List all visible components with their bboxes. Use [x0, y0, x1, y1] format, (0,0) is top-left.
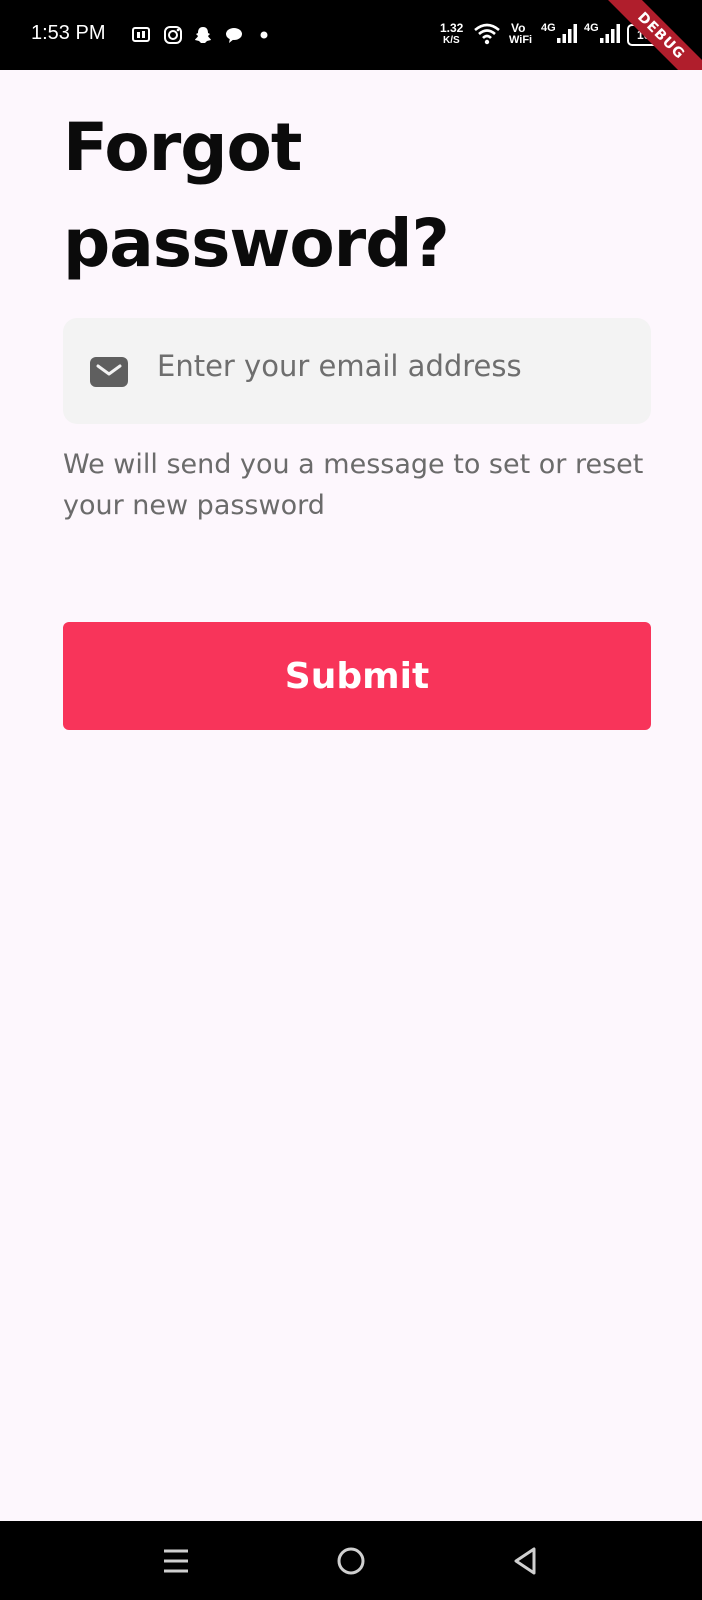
vowifi-bottom: WiFi	[509, 34, 533, 46]
status-time: 1:53 PM	[31, 22, 106, 44]
instagram-icon	[164, 26, 182, 44]
snapchat-icon	[195, 27, 211, 43]
net-speed-unit: K/S	[443, 35, 460, 46]
menu-icon[interactable]	[156, 1541, 196, 1581]
email-placeholder: Enter your email address	[157, 349, 522, 383]
submit-button[interactable]: Submit	[63, 622, 651, 730]
signal1-label: 4G	[541, 22, 556, 34]
back-icon[interactable]	[506, 1541, 546, 1581]
wifi-icon	[474, 23, 500, 45]
help-text: We will send you a message to set or res…	[63, 449, 644, 521]
email-field[interactable]: Enter your email address	[63, 318, 651, 424]
signal-icon	[600, 24, 620, 43]
chat-icon	[226, 28, 242, 43]
dot-icon	[260, 31, 268, 39]
signal-icon	[557, 24, 577, 43]
home-icon[interactable]	[331, 1541, 371, 1581]
notification-icon	[132, 27, 150, 42]
mail-icon	[90, 357, 128, 387]
net-speed-value: 1.32	[440, 21, 464, 35]
signal2-label: 4G	[584, 22, 599, 34]
status-bar: 1:53 PM 1.32 K/S Vo WiFi 4G 4G DEBUG	[0, 0, 702, 70]
page-title: Forgot password?	[63, 109, 450, 282]
forgot-password-screen: 1:53 PM 1.32 K/S Vo WiFi 4G 4G DEBUG For…	[0, 0, 702, 1600]
navigation-bar	[0, 1521, 702, 1600]
vowifi-top: Vo	[511, 21, 526, 35]
